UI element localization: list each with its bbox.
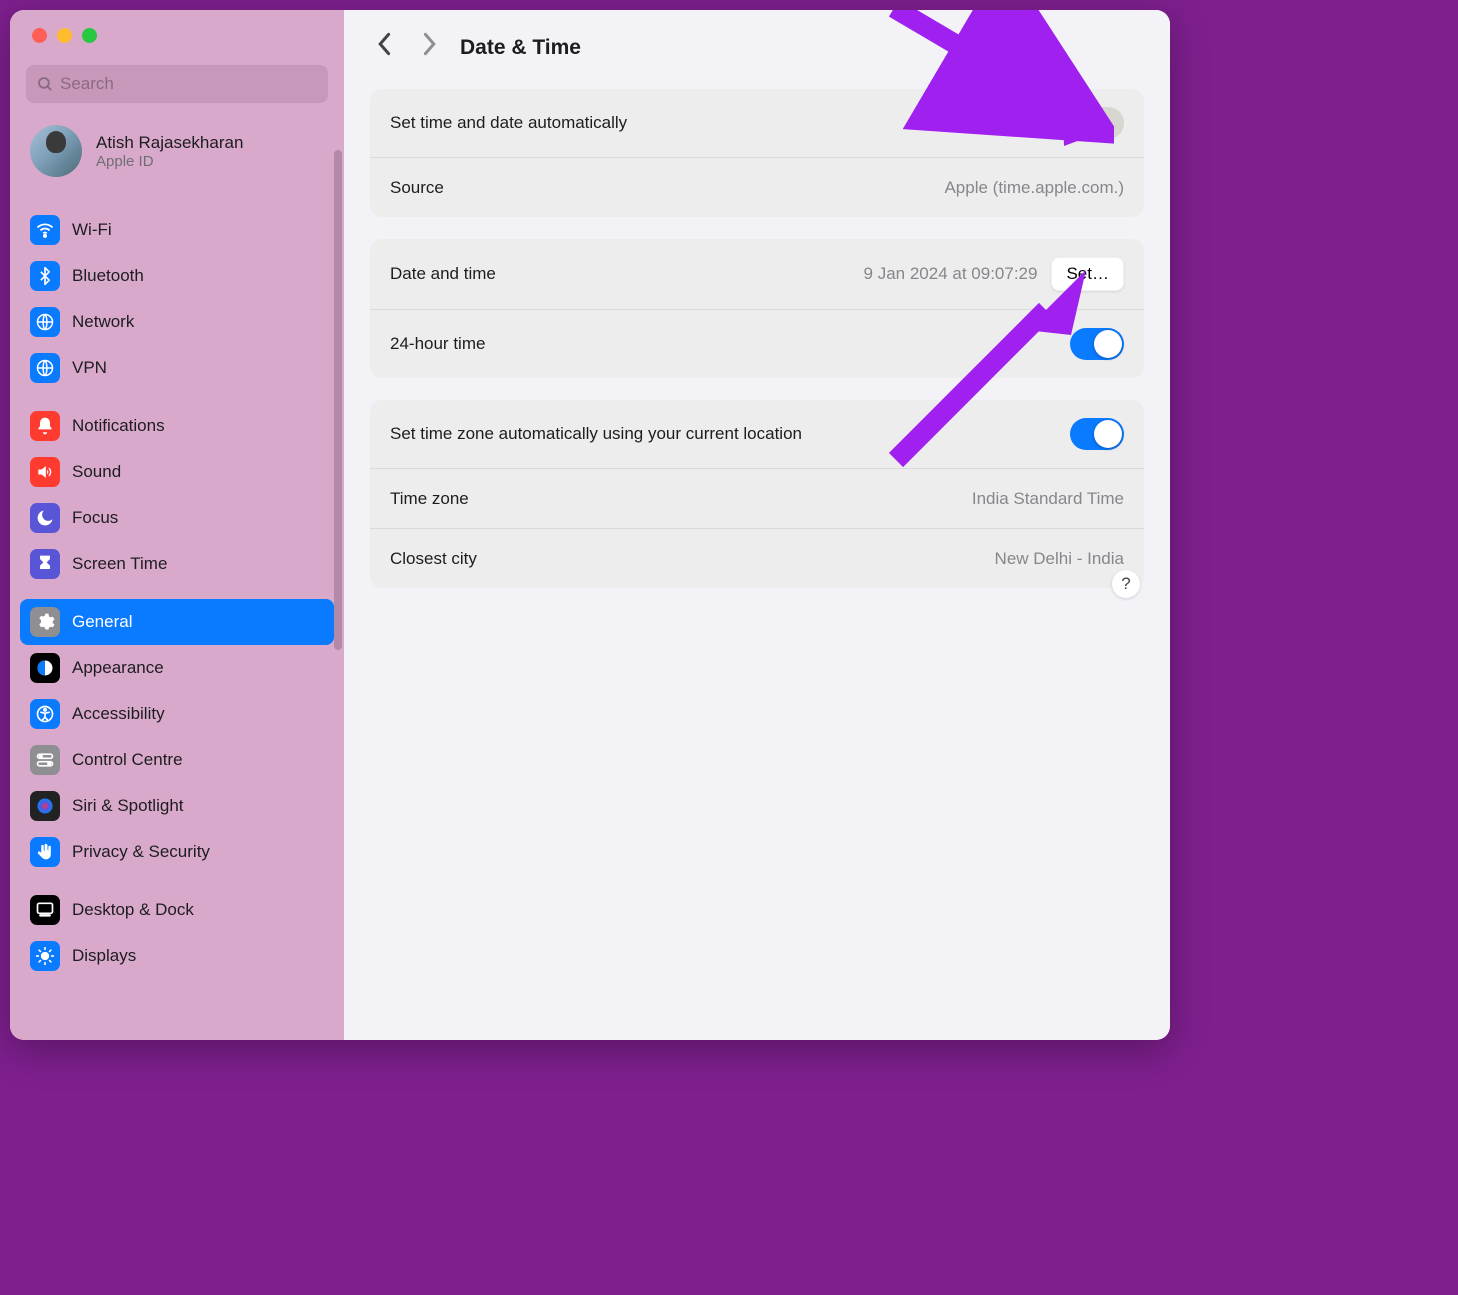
auto-time-label: Set time and date automatically [390, 113, 627, 133]
city-value: New Delhi - India [995, 549, 1124, 569]
avatar [30, 125, 82, 177]
search-field[interactable] [26, 65, 328, 103]
card-timezone: Set time zone automatically using your c… [370, 400, 1144, 588]
sidebar-item-label: Siri & Spotlight [72, 796, 184, 816]
auto-zone-toggle[interactable] [1070, 418, 1124, 450]
sidebar-item-label: Appearance [72, 658, 164, 678]
chevron-left-icon [376, 32, 394, 56]
sidebar: Atish Rajasekharan Apple ID Wi-Fi Bluetoo… [10, 10, 344, 1040]
search-input[interactable] [60, 74, 318, 94]
sidebar-item-screen-time[interactable]: Screen Time [20, 541, 334, 587]
minimize-window-button[interactable] [57, 28, 72, 43]
sidebar-item-label: Sound [72, 462, 121, 482]
bell-icon [30, 411, 60, 441]
sidebar-item-network[interactable]: Network [20, 299, 334, 345]
vpn-icon [30, 353, 60, 383]
speaker-icon [30, 457, 60, 487]
row-city: Closest city New Delhi - India [370, 528, 1144, 588]
sidebar-item-label: Screen Time [72, 554, 167, 574]
sidebar-item-label: Notifications [72, 416, 165, 436]
sidebar-item-label: Desktop & Dock [72, 900, 194, 920]
sidebar-item-accessibility[interactable]: Accessibility [20, 691, 334, 737]
row-datetime: Date and time 9 Jan 2024 at 09:07:29 Set… [370, 239, 1144, 309]
maximize-window-button[interactable] [82, 28, 97, 43]
sidebar-item-sound[interactable]: Sound [20, 449, 334, 495]
sidebar-item-label: Control Centre [72, 750, 183, 770]
source-label: Source [390, 178, 444, 198]
main-panel: Date & Time Set time and date automatica… [344, 10, 1170, 1040]
sidebar-item-displays[interactable]: Displays [20, 933, 334, 979]
sidebar-item-label: Focus [72, 508, 118, 528]
card-datetime: Date and time 9 Jan 2024 at 09:07:29 Set… [370, 239, 1144, 378]
hand-icon [30, 837, 60, 867]
sidebar-item-privacy-security[interactable]: Privacy & Security [20, 829, 334, 875]
datetime-label: Date and time [390, 264, 496, 284]
forward-button[interactable] [416, 28, 442, 67]
moon-icon [30, 503, 60, 533]
sidebar-item-appearance[interactable]: Appearance [20, 645, 334, 691]
sidebar-item-label: General [72, 612, 132, 632]
sidebar-item-label: Accessibility [72, 704, 165, 724]
header: Date & Time [344, 10, 1170, 85]
card-time-source: Set time and date automatically Source A… [370, 89, 1144, 217]
sidebar-list: Wi-Fi Bluetooth Network VPN Notifications Sou… [10, 195, 344, 1040]
close-window-button[interactable] [32, 28, 47, 43]
hourglass-icon [30, 549, 60, 579]
sidebar-item-label: Privacy & Security [72, 842, 210, 862]
h24-toggle[interactable] [1070, 328, 1124, 360]
zone-label: Time zone [390, 489, 469, 509]
siri-icon [30, 791, 60, 821]
apple-id-profile[interactable]: Atish Rajasekharan Apple ID [10, 119, 344, 195]
sidebar-item-notifications[interactable]: Notifications [20, 403, 334, 449]
sidebar-item-wi-fi[interactable]: Wi-Fi [20, 207, 334, 253]
sidebar-item-bluetooth[interactable]: Bluetooth [20, 253, 334, 299]
settings-window: Atish Rajasekharan Apple ID Wi-Fi Bluetoo… [10, 10, 1170, 1040]
row-auto-zone: Set time zone automatically using your c… [370, 400, 1144, 468]
network-icon [30, 307, 60, 337]
window-controls [10, 28, 344, 43]
appearance-icon [30, 653, 60, 683]
page-title: Date & Time [460, 36, 581, 60]
zone-value: India Standard Time [972, 489, 1124, 509]
h24-label: 24-hour time [390, 334, 485, 354]
sidebar-item-control-centre[interactable]: Control Centre [20, 737, 334, 783]
sidebar-item-vpn[interactable]: VPN [20, 345, 334, 391]
help-button[interactable]: ? [1112, 570, 1140, 598]
sidebar-item-label: Network [72, 312, 134, 332]
content: Set time and date automatically Source A… [344, 85, 1170, 614]
sidebar-item-label: Displays [72, 946, 136, 966]
wifi-icon [30, 215, 60, 245]
profile-sublabel: Apple ID [96, 153, 243, 170]
auto-zone-label: Set time zone automatically using your c… [390, 424, 802, 444]
back-button[interactable] [372, 28, 398, 67]
search-icon [36, 75, 54, 93]
switches-icon [30, 745, 60, 775]
gear-icon [30, 607, 60, 637]
row-24hour: 24-hour time [370, 309, 1144, 378]
datetime-value: 9 Jan 2024 at 09:07:29 [864, 264, 1038, 284]
accessibility-icon [30, 699, 60, 729]
row-source: Source Apple (time.apple.com.) [370, 157, 1144, 217]
city-label: Closest city [390, 549, 477, 569]
sidebar-item-focus[interactable]: Focus [20, 495, 334, 541]
set-datetime-button[interactable]: Set… [1051, 257, 1124, 291]
row-auto-time: Set time and date automatically [370, 89, 1144, 157]
sidebar-item-label: Bluetooth [72, 266, 144, 286]
sidebar-item-desktop-dock[interactable]: Desktop & Dock [20, 887, 334, 933]
sidebar-item-general[interactable]: General [20, 599, 334, 645]
sidebar-item-siri-spotlight[interactable]: Siri & Spotlight [20, 783, 334, 829]
sidebar-item-label: VPN [72, 358, 107, 378]
bluetooth-icon [30, 261, 60, 291]
displays-icon [30, 941, 60, 971]
chevron-right-icon [420, 32, 438, 56]
source-value: Apple (time.apple.com.) [944, 178, 1124, 198]
dock-icon [30, 895, 60, 925]
row-zone: Time zone India Standard Time [370, 468, 1144, 528]
sidebar-item-label: Wi-Fi [72, 220, 112, 240]
sidebar-scrollbar[interactable] [334, 150, 342, 650]
profile-name: Atish Rajasekharan [96, 133, 243, 153]
auto-time-toggle[interactable] [1070, 107, 1124, 139]
